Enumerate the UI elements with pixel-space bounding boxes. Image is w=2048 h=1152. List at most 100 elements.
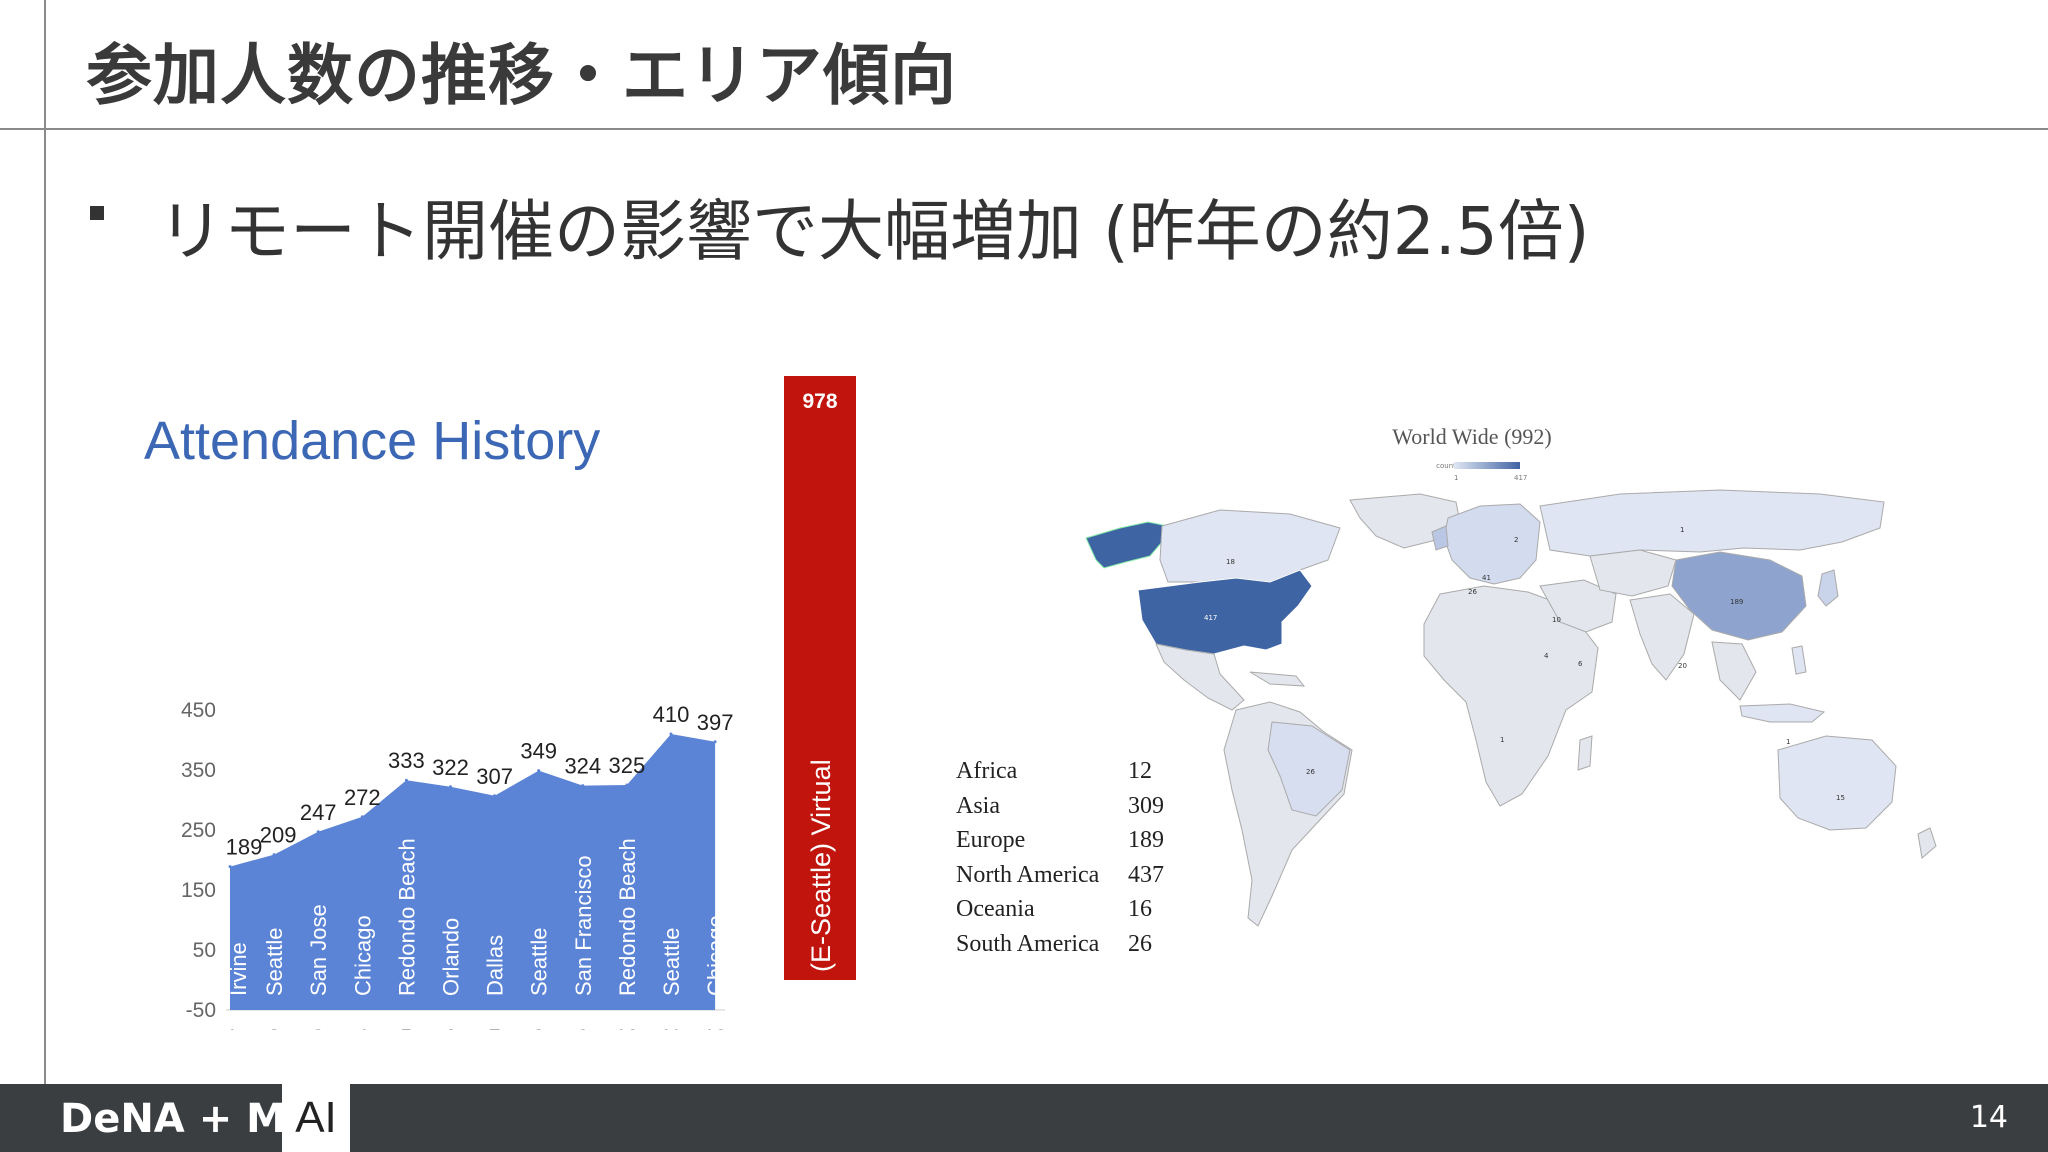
data-point <box>404 778 408 782</box>
map-label-usa: 417 <box>1204 614 1217 622</box>
map-legend-label: count <box>1436 462 1456 470</box>
data-label: 325 <box>609 753 646 778</box>
map-japan <box>1817 569 1839 607</box>
map-usa <box>1137 569 1313 655</box>
city-label: Chicago <box>703 915 728 996</box>
city-label: Redondo Beach <box>394 838 419 996</box>
y-tick-label: -50 <box>186 999 216 1022</box>
region-name: North America <box>956 861 1100 888</box>
x-tick-label: 5 <box>401 1026 413 1030</box>
map-australia <box>1777 735 1897 831</box>
city-label: Seattle <box>262 928 287 997</box>
data-label: 247 <box>300 800 337 825</box>
data-label: 189 <box>226 835 263 860</box>
virtual-bar-value: 978 <box>802 390 837 413</box>
city-label: San Francisco <box>571 855 596 996</box>
data-label: 272 <box>344 785 381 810</box>
data-point <box>272 853 276 857</box>
region-table: Africa 12 Asia 309 Europe 189 North America 437… <box>956 758 1164 965</box>
x-tick-label: 2 <box>268 1026 280 1030</box>
region-value: 437 <box>1128 861 1164 888</box>
map-caribbean <box>1249 671 1306 687</box>
map-alaska <box>1085 521 1169 569</box>
map-label-india: 20 <box>1678 662 1687 670</box>
data-label: 397 <box>697 710 734 735</box>
attendance-chart: 450 350 250 150 50 -50 189 209 247 272 333 322 307 34… <box>150 370 870 1049</box>
map-title: World Wide (992) <box>1392 424 1551 449</box>
bullet-marker <box>90 206 104 220</box>
map-label-brazil: 26 <box>1306 768 1315 776</box>
region-value: 16 <box>1128 896 1152 922</box>
region-row: Africa 12 <box>956 758 1164 793</box>
y-tick-label: 450 <box>181 699 216 722</box>
data-point <box>713 740 717 744</box>
city-label: Orlando <box>439 918 464 996</box>
map-label-europe-b: 41 <box>1482 574 1491 582</box>
data-point <box>360 815 364 819</box>
map-label-russia: 1 <box>1680 526 1684 534</box>
map-mexico <box>1155 643 1245 711</box>
x-tick-label: 4 <box>356 1026 368 1030</box>
region-name: Europe <box>956 827 1026 853</box>
map-label-china: 189 <box>1730 598 1743 606</box>
city-label: Dallas <box>483 935 508 996</box>
map-europe <box>1443 503 1541 585</box>
region-name: Oceania <box>956 896 1035 922</box>
region-name: Africa <box>956 758 1018 784</box>
city-label: Seattle <box>659 928 684 997</box>
attendance-chart-svg: 45035025015050-50189209247272333 322 30734… <box>181 376 856 1049</box>
data-label: 410 <box>653 702 690 727</box>
data-label: 349 <box>520 739 557 764</box>
y-tick-label: 250 <box>181 819 216 842</box>
map-label-indonesia: 1 <box>1786 738 1790 746</box>
x-tick-label: 1 <box>226 1026 238 1030</box>
map-label-turkey: 10 <box>1552 616 1561 624</box>
map-new-zealand <box>1917 827 1937 859</box>
data-point <box>581 784 585 788</box>
title-divider <box>0 128 2048 130</box>
x-tick-label: 8 <box>533 1026 545 1030</box>
map-madagascar <box>1577 735 1593 771</box>
region-value: 189 <box>1128 827 1164 853</box>
map-label-australia: 15 <box>1836 794 1845 802</box>
map-central-asia <box>1589 549 1677 597</box>
region-value: 309 <box>1128 792 1164 819</box>
x-tick-label: 3 <box>312 1026 324 1030</box>
data-label: 209 <box>260 823 297 848</box>
map-china <box>1671 551 1807 641</box>
y-tick-label: 150 <box>181 879 216 902</box>
map-label-europe-c: 2 <box>1514 536 1518 544</box>
x-tick-label: 12 <box>703 1026 726 1030</box>
data-point <box>493 794 497 798</box>
x-tick-label: 10 <box>615 1026 638 1030</box>
slide-title: 参加人数の推移・エリア傾向 <box>86 37 957 114</box>
city-label: Irvine <box>226 942 251 996</box>
region-value: 12 <box>1128 758 1152 784</box>
map-indonesia <box>1739 703 1826 723</box>
footer-ai-badge: AI <box>282 1084 350 1152</box>
map-canada <box>1159 509 1341 583</box>
map-label-arabia: 6 <box>1578 660 1583 668</box>
x-tick-label: 11 <box>660 1026 682 1030</box>
left-divider <box>44 0 46 1084</box>
map-label-europe-a: 26 <box>1468 588 1477 596</box>
region-row: North America 437 <box>956 862 1164 897</box>
city-label: Redondo Beach <box>615 838 640 996</box>
map-label-africa: 1 <box>1500 736 1504 744</box>
data-point <box>228 865 232 869</box>
virtual-bar-label: (E-Seattle) Virtual <box>806 759 836 972</box>
data-label: 322 <box>432 755 469 780</box>
map-label-canada: 18 <box>1226 558 1235 566</box>
x-tick-label: 6 <box>445 1026 457 1030</box>
map-russia <box>1539 489 1885 557</box>
page-number: 14 <box>1969 1100 2008 1135</box>
map-legend-min: 1 <box>1454 474 1458 482</box>
city-label: Seattle <box>527 928 552 997</box>
map-legend-max: 417 <box>1514 474 1527 482</box>
region-row: Asia 309 <box>956 793 1164 828</box>
data-point <box>449 785 452 789</box>
data-point <box>625 783 629 787</box>
x-tick-label: 7 <box>489 1026 501 1030</box>
data-label: 333 <box>388 748 425 773</box>
city-label: San Jose <box>306 904 331 996</box>
